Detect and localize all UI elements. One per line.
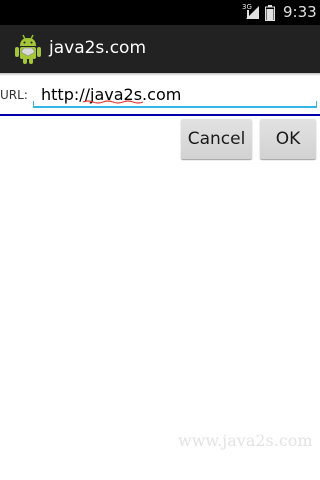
ok-button[interactable]: OK — [260, 119, 316, 159]
input-underline-right — [316, 101, 317, 107]
signal-icon — [246, 6, 259, 19]
battery-icon — [265, 5, 275, 21]
app-title: java2s.com — [49, 38, 147, 58]
url-field[interactable] — [33, 80, 317, 110]
cancel-button[interactable]: Cancel — [181, 119, 252, 159]
status-bar: 3G 9:33 — [0, 0, 320, 25]
clock: 9:33 — [283, 3, 317, 21]
form-divider — [0, 114, 320, 116]
url-input[interactable] — [33, 80, 317, 108]
action-bar: java2s.com — [0, 25, 320, 73]
input-underline — [33, 106, 317, 108]
url-row: URL: — [0, 76, 320, 116]
url-label: URL: — [0, 88, 28, 102]
android-icon[interactable] — [14, 33, 42, 65]
watermark: www.java2s.com — [178, 431, 313, 450]
spellcheck-underline — [83, 100, 143, 104]
